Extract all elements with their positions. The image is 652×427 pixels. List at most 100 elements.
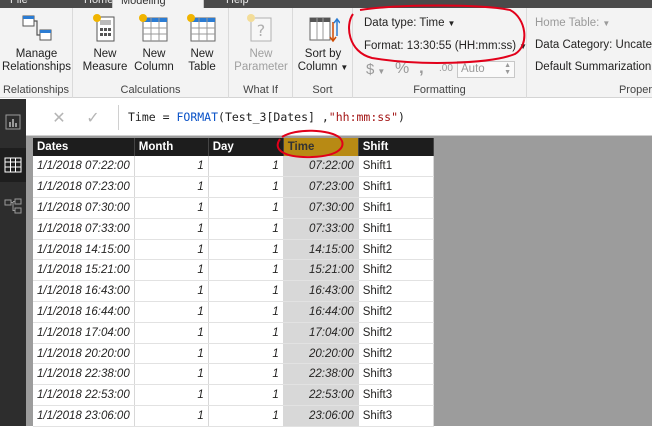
cell-time[interactable]: 23:06:00 xyxy=(283,405,359,427)
cell-shift[interactable]: Shift1 xyxy=(358,176,434,199)
cell-dates[interactable]: 1/1/2018 22:38:00 xyxy=(33,363,135,386)
data-category-dropdown[interactable]: Data Category: Uncateg xyxy=(535,39,652,51)
cell-shift[interactable]: Shift2 xyxy=(358,343,434,365)
column-header-dates[interactable]: Dates xyxy=(33,138,135,156)
report-view-button[interactable] xyxy=(0,105,26,139)
cell-dates[interactable]: 1/1/2018 07:33:00 xyxy=(33,218,135,240)
tab-modeling[interactable]: Modeling xyxy=(112,0,204,8)
cell-shift[interactable]: Shift2 xyxy=(358,239,434,261)
cell-time[interactable]: 16:43:00 xyxy=(283,280,359,303)
cell-month[interactable]: 1 xyxy=(134,301,209,323)
model-view-button[interactable] xyxy=(0,189,26,223)
data-view-button[interactable] xyxy=(0,148,26,182)
new-measure-button[interactable]: New Measure xyxy=(81,10,129,74)
tab-home[interactable]: Home xyxy=(84,0,113,8)
cell-time[interactable]: 07:23:00 xyxy=(283,176,359,199)
format-dropdown[interactable]: Format: 13:30:55 (HH:mm:ss) ▼ xyxy=(364,40,527,52)
bar-chart-icon xyxy=(5,114,21,130)
new-parameter-button[interactable]: ? New Parameter xyxy=(231,10,291,74)
cell-dates[interactable]: 1/1/2018 07:22:00 xyxy=(33,156,135,178)
sort-by-column-icon xyxy=(306,12,341,46)
cell-shift[interactable]: Shift1 xyxy=(358,218,434,240)
cell-shift[interactable]: Shift2 xyxy=(358,280,434,303)
new-table-button[interactable]: New Table xyxy=(179,10,225,74)
cell-time[interactable]: 16:44:00 xyxy=(283,301,359,323)
column-header-day[interactable]: Day xyxy=(208,138,284,156)
cell-day[interactable]: 1 xyxy=(208,301,284,323)
tab-file[interactable]: File xyxy=(10,0,28,8)
cell-month[interactable]: 1 xyxy=(134,322,209,344)
cell-time[interactable]: 07:33:00 xyxy=(283,218,359,240)
sort-label-2-text: Column xyxy=(297,61,338,73)
cell-month[interactable]: 1 xyxy=(134,405,209,427)
cell-time[interactable]: 22:38:00 xyxy=(283,363,359,386)
percent-button[interactable]: % xyxy=(395,60,409,78)
cell-day[interactable]: 1 xyxy=(208,259,284,282)
cell-shift[interactable]: Shift2 xyxy=(358,301,434,323)
cell-dates[interactable]: 1/1/2018 14:15:00 xyxy=(33,239,135,261)
default-summarization-dropdown[interactable]: Default Summarization xyxy=(535,61,651,73)
cell-day[interactable]: 1 xyxy=(208,405,284,427)
cell-day[interactable]: 1 xyxy=(208,384,284,407)
cell-time[interactable]: 22:53:00 xyxy=(283,384,359,407)
cell-dates[interactable]: 1/1/2018 07:30:00 xyxy=(33,197,135,219)
cell-day[interactable]: 1 xyxy=(208,156,284,178)
formula-input[interactable]: Time = FORMAT(Test_3[Dates] ,"hh:mm:ss") xyxy=(128,110,405,124)
sort-by-column-button[interactable]: Sort by Column ▼ xyxy=(295,10,351,74)
cell-time[interactable]: 15:21:00 xyxy=(283,259,359,282)
cell-dates[interactable]: 1/1/2018 20:20:00 xyxy=(33,343,135,365)
cell-month[interactable]: 1 xyxy=(134,239,209,261)
cell-dates[interactable]: 1/1/2018 15:21:00 xyxy=(33,259,135,282)
cell-month[interactable]: 1 xyxy=(134,218,209,240)
cell-shift[interactable]: Shift1 xyxy=(358,156,434,178)
cell-shift[interactable]: Shift3 xyxy=(358,405,434,427)
cell-month[interactable]: 1 xyxy=(134,176,209,199)
cell-dates[interactable]: 1/1/2018 16:43:00 xyxy=(33,280,135,303)
cell-month[interactable]: 1 xyxy=(134,259,209,282)
decimal-places-spinner[interactable]: Auto ▲ ▼ xyxy=(457,61,515,78)
cell-month[interactable]: 1 xyxy=(134,156,209,178)
column-header-shift[interactable]: Shift xyxy=(358,138,434,156)
cell-day[interactable]: 1 xyxy=(208,280,284,303)
cell-dates[interactable]: 1/1/2018 07:23:00 xyxy=(33,176,135,199)
decimal-button[interactable]: .00 xyxy=(439,63,453,74)
tab-help[interactable]: Help xyxy=(226,0,249,8)
cell-time[interactable]: 17:04:00 xyxy=(283,322,359,344)
cancel-formula-button[interactable]: ✕ xyxy=(48,107,70,129)
data-type-dropdown[interactable]: Data type: Time ▼ xyxy=(364,17,455,29)
cell-time[interactable]: 14:15:00 xyxy=(283,239,359,261)
cell-shift[interactable]: Shift2 xyxy=(358,259,434,282)
cell-dates[interactable]: 1/1/2018 23:06:00 xyxy=(33,405,135,427)
cell-day[interactable]: 1 xyxy=(208,218,284,240)
new-column-button[interactable]: New Column xyxy=(129,10,179,74)
commit-formula-button[interactable]: ✓ xyxy=(82,107,104,129)
cell-shift[interactable]: Shift1 xyxy=(358,197,434,219)
cell-dates[interactable]: 1/1/2018 16:44:00 xyxy=(33,301,135,323)
cell-shift[interactable]: Shift3 xyxy=(358,384,434,407)
cell-dates[interactable]: 1/1/2018 22:53:00 xyxy=(33,384,135,407)
cell-shift[interactable]: Shift2 xyxy=(358,322,434,344)
cell-month[interactable]: 1 xyxy=(134,363,209,386)
cell-day[interactable]: 1 xyxy=(208,343,284,365)
formula-divider xyxy=(118,105,119,130)
cell-month[interactable]: 1 xyxy=(134,343,209,365)
cell-day[interactable]: 1 xyxy=(208,239,284,261)
cell-time[interactable]: 20:20:00 xyxy=(283,343,359,365)
cell-time[interactable]: 07:30:00 xyxy=(283,197,359,219)
column-header-month[interactable]: Month xyxy=(134,138,209,156)
cell-shift[interactable]: Shift3 xyxy=(358,363,434,386)
comma-button[interactable]: , xyxy=(419,58,424,78)
cell-month[interactable]: 1 xyxy=(134,197,209,219)
column-header-time[interactable]: Time xyxy=(283,138,359,156)
cell-day[interactable]: 1 xyxy=(208,363,284,386)
manage-relationships-button[interactable]: Manage Relationships xyxy=(0,10,73,74)
cell-month[interactable]: 1 xyxy=(134,384,209,407)
currency-button[interactable]: $ ▼ xyxy=(366,61,385,78)
cell-time[interactable]: 07:22:00 xyxy=(283,156,359,178)
cell-day[interactable]: 1 xyxy=(208,176,284,199)
cell-month[interactable]: 1 xyxy=(134,280,209,303)
cell-dates[interactable]: 1/1/2018 17:04:00 xyxy=(33,322,135,344)
home-table-dropdown[interactable]: Home Table: ▼ xyxy=(535,17,610,29)
cell-day[interactable]: 1 xyxy=(208,322,284,344)
cell-day[interactable]: 1 xyxy=(208,197,284,219)
